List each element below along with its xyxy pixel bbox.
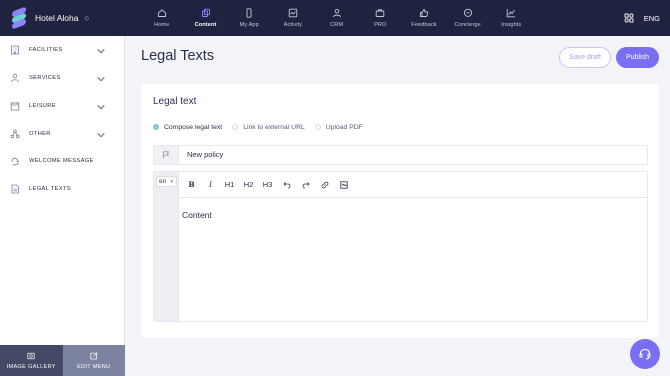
image-icon bbox=[27, 352, 35, 359]
sidebar: FACILITIES SERVICES LEISURE OTHER WELCOM… bbox=[0, 36, 125, 376]
nav-my-app[interactable]: My App bbox=[227, 0, 271, 36]
person-icon bbox=[11, 73, 19, 83]
nav-pro[interactable]: PRO bbox=[358, 0, 402, 36]
option-upload-pdf[interactable]: Upload PDF bbox=[314, 124, 363, 131]
image-icon bbox=[339, 180, 348, 189]
edit-menu-label: EDIT MENU bbox=[77, 363, 111, 370]
option-compose-legal-text[interactable]: Compose legal text bbox=[153, 124, 222, 131]
policy-title-input[interactable]: New policy bbox=[187, 146, 223, 164]
sidebar-item-label: LEISURE bbox=[29, 103, 56, 109]
nav-home[interactable]: Home bbox=[140, 0, 184, 36]
option-link-external-url[interactable]: Link to external URL bbox=[232, 124, 305, 131]
chevron-down-icon: ◇ bbox=[84, 15, 90, 22]
sidebar-item-services[interactable]: SERVICES bbox=[0, 64, 125, 92]
nodes-icon bbox=[10, 129, 20, 139]
heading-3-button[interactable]: H3 bbox=[259, 178, 276, 192]
hotel-name: Hotel Aloha bbox=[35, 13, 79, 23]
support-chat-button[interactable] bbox=[630, 339, 660, 369]
card-title: Legal text bbox=[153, 96, 197, 107]
bold-button[interactable]: B bbox=[183, 178, 200, 192]
heading-2-button[interactable]: H2 bbox=[240, 178, 257, 192]
editor-gutter: en ▼ bbox=[154, 172, 179, 321]
editor-toolbar: B I H1 H2 H3 bbox=[179, 172, 647, 198]
edit-icon bbox=[90, 352, 98, 359]
link-button[interactable] bbox=[316, 178, 333, 192]
editor-language-select[interactable]: en ▼ bbox=[156, 176, 177, 187]
save-draft-button[interactable]: Save draft bbox=[559, 47, 611, 68]
sidebar-item-welcome-message[interactable]: WELCOME MESSAGE bbox=[0, 147, 125, 175]
wave-icon bbox=[11, 157, 19, 166]
phone-icon bbox=[246, 8, 252, 18]
sidebar-item-other[interactable]: OTHER bbox=[0, 120, 125, 148]
title-flag bbox=[154, 146, 179, 164]
chevron-down-icon bbox=[97, 104, 105, 110]
sidebar-item-facilities[interactable]: FACILITIES bbox=[0, 36, 125, 64]
settings-grid-icon[interactable] bbox=[624, 13, 634, 23]
edit-menu-button[interactable]: EDIT MENU bbox=[62, 345, 125, 376]
content-icon bbox=[201, 8, 210, 17]
sidebar-item-label: WELCOME MESSAGE bbox=[29, 158, 94, 164]
chevron-down-icon bbox=[97, 132, 105, 138]
heading-1-button[interactable]: H1 bbox=[221, 178, 238, 192]
policy-title-field[interactable]: New policy bbox=[153, 145, 648, 165]
insert-image-button[interactable] bbox=[335, 178, 352, 192]
editor-content-area[interactable]: Content bbox=[179, 198, 647, 321]
top-right-controls: ENG bbox=[624, 0, 660, 36]
hotel-switcher[interactable]: Hotel Aloha ◇ bbox=[12, 6, 90, 30]
language-selector[interactable]: ENG bbox=[644, 14, 660, 23]
legal-text-source-options: Compose legal text Link to external URL … bbox=[153, 122, 373, 132]
top-bar: Hotel Aloha ◇ Home Content My App Activi… bbox=[0, 0, 670, 36]
nav-activity[interactable]: Activity bbox=[271, 0, 315, 36]
undo-icon bbox=[282, 181, 290, 188]
main-nav: Home Content My App Activity CRM PRO Fee… bbox=[140, 0, 533, 36]
radio-selected bbox=[153, 124, 159, 130]
sidebar-bottom-actions: IMAGE GALLERY EDIT MENU bbox=[0, 345, 125, 376]
legal-text-card: Legal text Compose legal text Link to ex… bbox=[141, 84, 659, 338]
nav-content[interactable]: Content bbox=[184, 0, 228, 36]
nav-feedback[interactable]: Feedback bbox=[402, 0, 446, 36]
sidebar-item-legal-texts[interactable]: LEGAL TEXTS bbox=[0, 175, 125, 203]
sidebar-item-label: FACILITIES bbox=[29, 47, 63, 53]
chart-icon bbox=[507, 9, 516, 18]
publish-button[interactable]: Publish bbox=[616, 47, 659, 68]
link-icon bbox=[321, 181, 328, 188]
document-icon bbox=[11, 184, 19, 194]
sidebar-item-label: OTHER bbox=[29, 131, 51, 137]
building-icon bbox=[11, 45, 19, 55]
image-gallery-button[interactable]: IMAGE GALLERY bbox=[0, 345, 63, 376]
sidebar-item-label: LEGAL TEXTS bbox=[29, 186, 71, 192]
chevron-down-icon: ▼ bbox=[169, 179, 174, 184]
chat-icon bbox=[463, 8, 472, 17]
home-icon bbox=[157, 9, 166, 17]
page-title: Legal Texts bbox=[141, 48, 215, 64]
brand-logo bbox=[12, 6, 26, 30]
rich-text-editor: en ▼ B I H1 H2 H3 Content bbox=[153, 171, 648, 322]
activity-icon bbox=[288, 8, 298, 18]
undo-button[interactable] bbox=[278, 178, 295, 192]
users-icon bbox=[332, 8, 341, 18]
sidebar-item-label: SERVICES bbox=[29, 75, 61, 81]
chevron-down-icon bbox=[97, 76, 105, 82]
headset-icon bbox=[639, 348, 651, 360]
nav-concierge[interactable]: Concierge bbox=[446, 0, 490, 36]
redo-button[interactable] bbox=[297, 178, 314, 192]
chevron-down-icon bbox=[97, 48, 105, 54]
image-gallery-label: IMAGE GALLERY bbox=[6, 363, 56, 370]
nav-crm[interactable]: CRM bbox=[315, 0, 359, 36]
thumbs-up-icon bbox=[420, 9, 429, 17]
nav-insights[interactable]: Insights bbox=[490, 0, 534, 36]
flag-icon bbox=[163, 151, 170, 159]
calendar-icon bbox=[10, 102, 20, 111]
redo-icon bbox=[302, 181, 310, 188]
radio-unselected bbox=[232, 124, 239, 130]
pro-icon bbox=[376, 9, 385, 17]
radio-unselected bbox=[314, 124, 321, 130]
italic-button[interactable]: I bbox=[202, 178, 219, 192]
sidebar-item-leisure[interactable]: LEISURE bbox=[0, 92, 125, 120]
